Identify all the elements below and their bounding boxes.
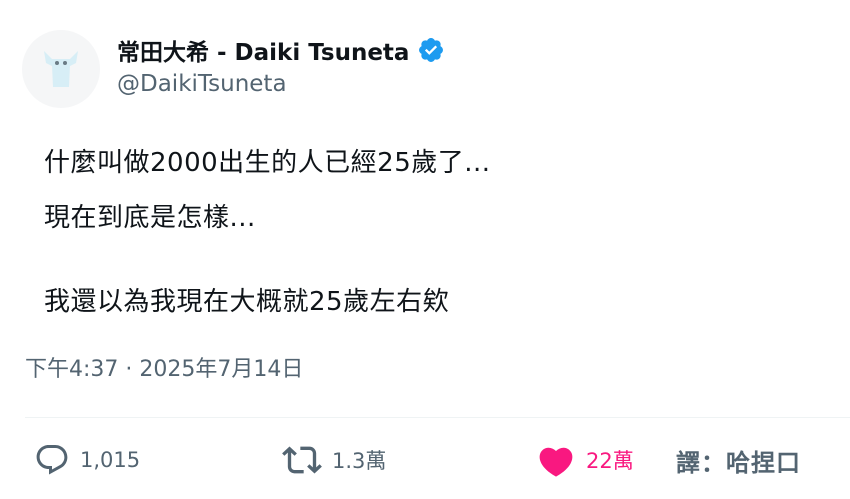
retweet-icon [282, 446, 322, 474]
verified-badge-icon [419, 38, 444, 62]
reply-count: 1,015 [80, 448, 141, 472]
tweet-text-line-2: 現在到底是怎樣... [44, 203, 256, 233]
reply-icon [36, 445, 68, 475]
like-count: 22萬 [586, 449, 634, 473]
reply-button[interactable]: 1,015 [34, 442, 140, 478]
retweet-button[interactable]: 1.3萬 [282, 442, 386, 478]
retweet-count: 1.3萬 [332, 449, 387, 473]
like-button[interactable]: 22萬 [536, 442, 634, 478]
author-handle[interactable]: @DaikiTsuneta [117, 71, 287, 97]
translate-link[interactable]: 譯：哈捏口 [676, 442, 801, 478]
heart-filled-icon [539, 447, 573, 477]
author-display-name[interactable]: 常田大希 - Daiki Tsuneta [117, 32, 445, 68]
avatar[interactable] [22, 30, 100, 108]
divider [25, 417, 850, 418]
dog-mascot-icon [44, 51, 78, 87]
tweet-text-line-1: 什麼叫做2000出生的人已經25歲了... [44, 148, 491, 178]
tweet-timestamp[interactable]: 下午4:37 · 2025年7月14日 [25, 351, 303, 383]
tweet-text-line-3: 我還以為我現在大概就25歲左右欸 [44, 287, 450, 317]
display-name-text: 常田大希 - Daiki Tsuneta [117, 40, 410, 66]
